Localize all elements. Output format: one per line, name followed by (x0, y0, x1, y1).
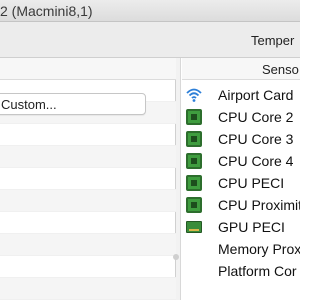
cpu-chip-icon (186, 197, 202, 213)
left-pane: Custom... (0, 58, 176, 300)
window-title: 2 (Macmini8,1) (0, 3, 93, 19)
sensor-label: CPU Core 4 (218, 153, 294, 169)
column-header-bar: Temper (0, 22, 300, 58)
sensor-label: CPU Proximit (218, 197, 300, 213)
sensor-column-header: Senso (262, 62, 299, 77)
list-row (0, 278, 176, 300)
sensor-row-cpu-peci[interactable]: CPU PECI (182, 172, 300, 194)
sensor-row-gpu-peci[interactable]: GPU PECI (182, 216, 300, 238)
list-row (0, 234, 176, 256)
split-view-divider[interactable] (176, 58, 181, 300)
divider-handle-icon[interactable] (173, 254, 179, 260)
sensor-row-cpu-proximity[interactable]: CPU Proximit (182, 194, 300, 216)
sensor-list-header[interactable]: Senso (182, 58, 300, 80)
sensor-row-cpu-core-2[interactable]: CPU Core 2 (182, 106, 300, 128)
gpu-card-icon (186, 219, 202, 235)
list-row (0, 212, 176, 234)
list-row (0, 168, 176, 190)
cpu-chip-icon (186, 175, 202, 191)
sensor-row-memory-proximity[interactable]: Memory Prox (182, 238, 300, 260)
cpu-chip-icon (186, 153, 202, 169)
sensor-label: GPU PECI (218, 219, 285, 235)
list-row (0, 124, 176, 146)
cpu-chip-icon (186, 131, 202, 147)
left-pane-header (0, 58, 176, 80)
sensor-row-airport-card[interactable]: Airport Card (182, 84, 300, 106)
custom-select-value: Custom... (1, 97, 57, 112)
list-row (0, 256, 176, 278)
cpu-chip-icon (186, 109, 202, 125)
sensor-label: CPU Core 2 (218, 109, 294, 125)
sensor-row-platform-controller[interactable]: Platform Cor (182, 260, 300, 282)
custom-select[interactable]: Custom... (0, 93, 146, 115)
sensor-list: Senso Airport Card CPU Core 2 CPU Core 3… (182, 58, 300, 300)
temperature-column-header[interactable]: Temper (251, 33, 294, 48)
sensor-label: Airport Card (218, 87, 294, 103)
list-row (0, 190, 176, 212)
wifi-icon (186, 87, 202, 103)
window-titlebar: 2 (Macmini8,1) (0, 0, 300, 22)
sensor-label: Memory Prox (218, 241, 300, 257)
sensor-label: CPU PECI (218, 175, 285, 191)
sensor-row-cpu-core-4[interactable]: CPU Core 4 (182, 150, 300, 172)
list-row (0, 146, 176, 168)
sensor-label: CPU Core 3 (218, 131, 294, 147)
sensor-label: Platform Cor (218, 263, 297, 279)
sensor-row-cpu-core-3[interactable]: CPU Core 3 (182, 128, 300, 150)
